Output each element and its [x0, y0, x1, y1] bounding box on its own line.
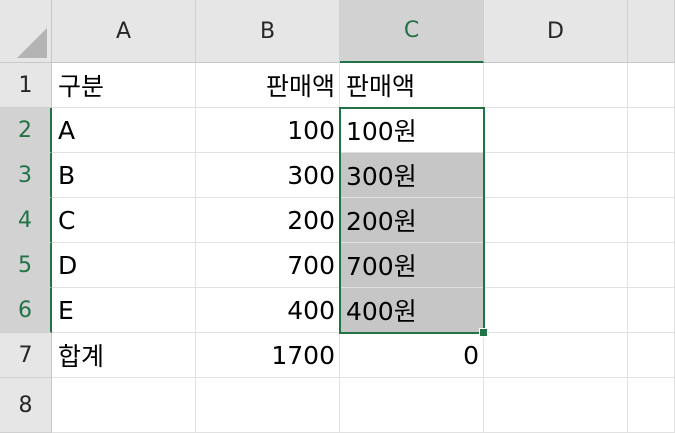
cell-c4[interactable]: 200원 — [340, 198, 484, 243]
cell-d4[interactable] — [484, 198, 628, 243]
cell-b7[interactable]: 1700 — [196, 333, 340, 378]
cell-c7[interactable]: 0 — [340, 333, 484, 378]
cell-d8[interactable] — [484, 378, 628, 433]
cell-c3[interactable]: 300원 — [340, 153, 484, 198]
cell-a3[interactable]: B — [52, 153, 196, 198]
cell-a6[interactable]: E — [52, 288, 196, 333]
row-header-2[interactable]: 2 — [0, 108, 52, 153]
fill-handle[interactable] — [479, 328, 488, 337]
cell-c8[interactable] — [340, 378, 484, 433]
cell-e6[interactable] — [628, 288, 675, 333]
select-all-button[interactable] — [0, 0, 52, 63]
row-header-7[interactable]: 7 — [0, 333, 52, 378]
column-header-a[interactable]: A — [52, 0, 196, 63]
cell-c5[interactable]: 700원 — [340, 243, 484, 288]
column-header-b[interactable]: B — [196, 0, 340, 63]
cell-a4[interactable]: C — [52, 198, 196, 243]
cell-b1[interactable]: 판매액 — [196, 63, 340, 108]
cell-b8[interactable] — [196, 378, 340, 433]
cell-e1[interactable] — [628, 63, 675, 108]
cell-a5[interactable]: D — [52, 243, 196, 288]
cell-a1[interactable]: 구분 — [52, 63, 196, 108]
cell-d5[interactable] — [484, 243, 628, 288]
row-header-5[interactable]: 5 — [0, 243, 52, 288]
cell-c1[interactable]: 판매액 — [340, 63, 484, 108]
cell-e4[interactable] — [628, 198, 675, 243]
cell-e3[interactable] — [628, 153, 675, 198]
cell-e5[interactable] — [628, 243, 675, 288]
cell-d1[interactable] — [484, 63, 628, 108]
row-header-4[interactable]: 4 — [0, 198, 52, 243]
cell-a8[interactable] — [52, 378, 196, 433]
column-header-next[interactable] — [628, 0, 675, 63]
cell-c6[interactable]: 400원 — [340, 288, 484, 333]
cell-b6[interactable]: 400 — [196, 288, 340, 333]
cell-d7[interactable] — [484, 333, 628, 378]
cell-c2[interactable]: 100원 — [340, 108, 484, 153]
spreadsheet-grid[interactable]: A B C D 1 구분 판매액 판매액 2 A 100 100원 3 B 300 300원 4 C 200 200원… — [0, 0, 675, 433]
cell-b4[interactable]: 200 — [196, 198, 340, 243]
column-header-d[interactable]: D — [484, 0, 628, 63]
cell-b5[interactable]: 700 — [196, 243, 340, 288]
cell-d3[interactable] — [484, 153, 628, 198]
column-header-c[interactable]: C — [340, 0, 484, 63]
cell-b3[interactable]: 300 — [196, 153, 340, 198]
cell-a7[interactable]: 합계 — [52, 333, 196, 378]
row-header-8[interactable]: 8 — [0, 378, 52, 433]
cell-b2[interactable]: 100 — [196, 108, 340, 153]
cell-a2[interactable]: A — [52, 108, 196, 153]
cell-e2[interactable] — [628, 108, 675, 153]
cell-d2[interactable] — [484, 108, 628, 153]
cell-e8[interactable] — [628, 378, 675, 433]
cell-d6[interactable] — [484, 288, 628, 333]
row-header-3[interactable]: 3 — [0, 153, 52, 198]
select-all-triangle-icon — [17, 28, 47, 58]
row-header-1[interactable]: 1 — [0, 63, 52, 108]
row-header-6[interactable]: 6 — [0, 288, 52, 333]
cell-e7[interactable] — [628, 333, 675, 378]
